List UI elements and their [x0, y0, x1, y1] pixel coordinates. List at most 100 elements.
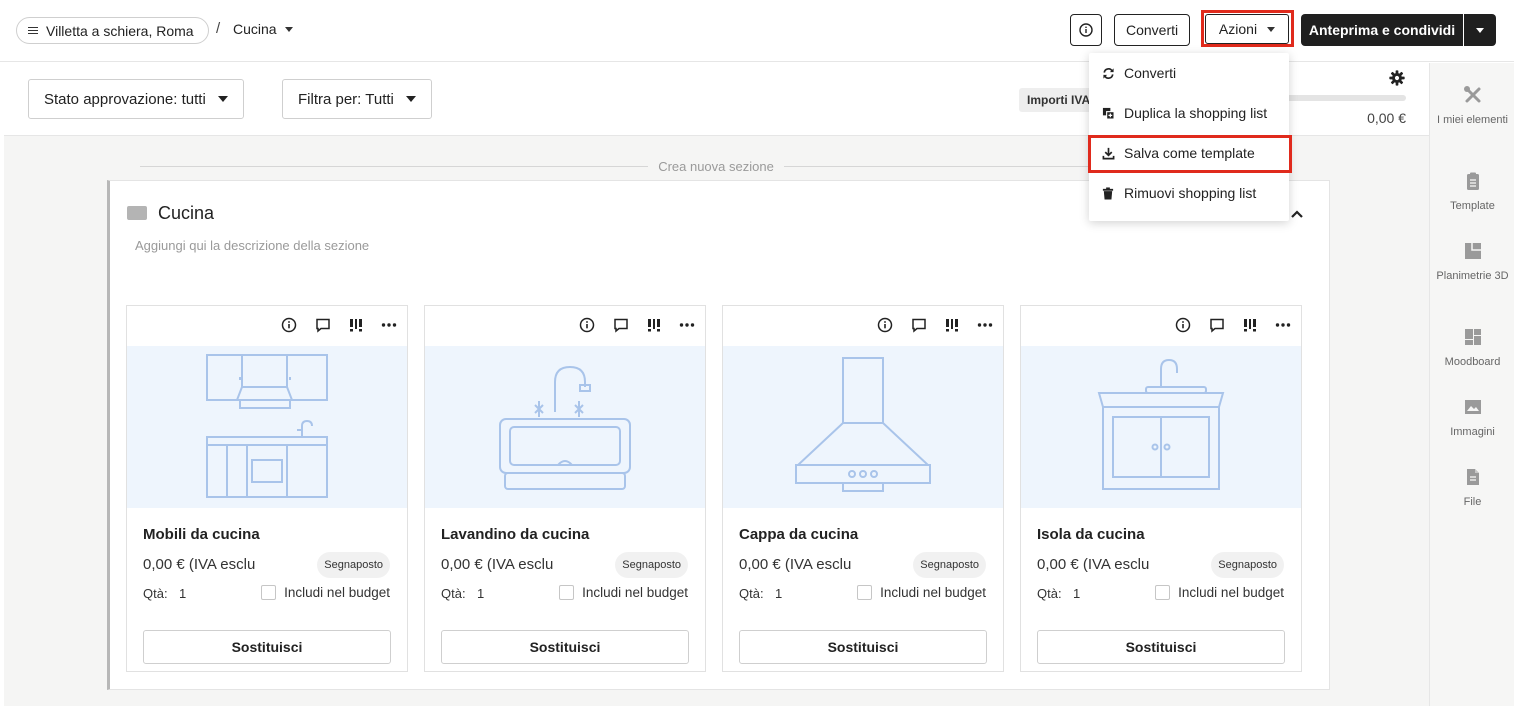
more-icon[interactable] — [1275, 317, 1291, 333]
chevron-up-icon[interactable] — [1290, 209, 1304, 219]
product-card: Lavandino da cucina 0,00 € (IVA esclu Se… — [424, 305, 706, 672]
rail-item-files[interactable]: File — [1430, 467, 1514, 509]
priority-icon[interactable] — [945, 317, 959, 333]
priority-icon[interactable] — [647, 317, 661, 333]
include-budget-checkbox[interactable]: Includi nel budget — [1155, 585, 1284, 600]
total-amount: 0,00 € — [1367, 110, 1406, 126]
product-name[interactable]: Isola da cucina — [1037, 526, 1145, 543]
range-hood-illustration — [795, 356, 931, 492]
product-card: Isola da cucina 0,00 € (IVA esclu Segnap… — [1020, 305, 1302, 672]
quantity-value[interactable]: 1 — [775, 586, 782, 601]
product-name[interactable]: Mobili da cucina — [143, 526, 260, 543]
amounts-chip[interactable]: Importi IVA — [1019, 88, 1099, 112]
gear-icon[interactable] — [1388, 69, 1406, 87]
section-description[interactable]: Aggiungi qui la descrizione della sezion… — [135, 238, 369, 253]
product-card: Cappa da cucina 0,00 € (IVA esclu Segnap… — [722, 305, 1004, 672]
replace-button[interactable]: Sostituisci — [143, 630, 391, 664]
include-budget-checkbox[interactable]: Includi nel budget — [261, 585, 390, 600]
include-budget-checkbox[interactable]: Includi nel budget — [559, 585, 688, 600]
comment-icon[interactable] — [613, 317, 629, 333]
actions-dropdown-menu: Converti Duplica la shopping list Salva … — [1089, 53, 1289, 221]
approval-status-filter[interactable]: Stato approvazione: tutti — [28, 79, 244, 119]
checkbox-box[interactable] — [261, 585, 277, 600]
include-budget-label: Includi nel budget — [582, 585, 688, 600]
more-icon[interactable] — [977, 317, 993, 333]
quantity-value[interactable]: 1 — [1073, 586, 1080, 601]
rail-item-template[interactable]: Template — [1430, 171, 1514, 213]
section-card: Cucina Aggiungi qui la descrizione della… — [107, 180, 1330, 690]
room-name: Cucina — [233, 21, 277, 37]
info-button[interactable] — [1070, 14, 1102, 46]
menu-label: Duplica la shopping list — [1124, 105, 1268, 121]
quantity-value[interactable]: 1 — [179, 586, 186, 601]
placeholder-badge: Segnaposto — [1211, 552, 1284, 578]
product-image — [127, 346, 407, 508]
filter-by-label: Filtra per: Tutti — [298, 90, 394, 108]
product-name[interactable]: Cappa da cucina — [739, 526, 858, 543]
tools-icon — [1463, 86, 1480, 103]
priority-icon[interactable] — [349, 317, 363, 333]
room-selector[interactable]: Cucina — [233, 21, 293, 37]
replace-button[interactable]: Sostituisci — [441, 630, 689, 664]
info-icon[interactable] — [579, 317, 595, 333]
rail-label: Template — [1450, 200, 1495, 212]
budget-progress-bar — [1284, 95, 1406, 101]
comment-icon[interactable] — [911, 317, 927, 333]
info-icon[interactable] — [281, 317, 297, 333]
more-icon[interactable] — [381, 317, 397, 333]
product-price: 0,00 € (IVA esclu — [1037, 556, 1150, 573]
menu-item-remove-list[interactable]: Rimuovi shopping list — [1089, 173, 1289, 213]
filter-by-dropdown[interactable]: Filtra per: Tutti — [282, 79, 432, 119]
convert-button[interactable]: Converti — [1114, 14, 1191, 46]
checkbox-box[interactable] — [857, 585, 873, 600]
product-image — [425, 346, 705, 508]
hamburger-icon — [28, 26, 38, 35]
quantity-label: Qtà: — [441, 586, 466, 601]
info-icon[interactable] — [877, 317, 893, 333]
main-content: Crea nuova sezione Cucina Aggiungi qui l… — [4, 136, 1429, 706]
duplicate-icon — [1102, 107, 1115, 120]
include-budget-checkbox[interactable]: Includi nel budget — [857, 585, 986, 600]
checkbox-box[interactable] — [1155, 585, 1171, 600]
moodboard-icon — [1464, 329, 1481, 345]
rail-item-floorplans[interactable]: Planimetrie 3D — [1430, 241, 1514, 283]
preview-options-button[interactable] — [1464, 14, 1496, 46]
section-title[interactable]: Cucina — [158, 203, 214, 224]
chevron-down-icon — [1476, 27, 1484, 33]
more-icon[interactable] — [679, 317, 695, 333]
rail-item-images[interactable]: Immagini — [1430, 397, 1514, 439]
info-icon — [1079, 23, 1093, 37]
product-name[interactable]: Lavandino da cucina — [441, 526, 589, 543]
kitchen-furniture-illustration — [206, 354, 328, 498]
include-budget-label: Includi nel budget — [880, 585, 986, 600]
rail-item-my-elements[interactable]: I miei elementi — [1430, 85, 1514, 127]
product-price: 0,00 € (IVA esclu — [143, 556, 256, 573]
checkbox-box[interactable] — [559, 585, 575, 600]
project-breadcrumb-button[interactable]: Villetta a schiera, Roma — [16, 17, 209, 44]
image-icon — [1464, 400, 1481, 414]
menu-item-convert[interactable]: Converti — [1089, 53, 1289, 93]
placeholder-badge: Segnaposto — [317, 552, 390, 578]
quantity-value[interactable]: 1 — [477, 586, 484, 601]
rail-label: Planimetrie 3D — [1436, 270, 1509, 282]
replace-button[interactable]: Sostituisci — [1037, 630, 1285, 664]
preview-share-button[interactable]: Anteprima e condividi — [1301, 14, 1463, 46]
comment-icon[interactable] — [315, 317, 331, 333]
menu-item-duplicate[interactable]: Duplica la shopping list — [1089, 93, 1289, 133]
replace-button[interactable]: Sostituisci — [739, 630, 987, 664]
menu-item-save-template[interactable]: Salva come template — [1089, 133, 1289, 173]
info-icon[interactable] — [1175, 317, 1191, 333]
quantity-label: Qtà: — [1037, 586, 1062, 601]
priority-icon[interactable] — [1243, 317, 1257, 333]
product-price: 0,00 € (IVA esclu — [739, 556, 852, 573]
rail-label: Immagini — [1450, 426, 1495, 438]
kitchen-sink-illustration — [499, 365, 631, 490]
quantity-label: Qtà: — [143, 586, 168, 601]
actions-button[interactable]: Azioni — [1205, 14, 1289, 44]
include-budget-label: Includi nel budget — [1178, 585, 1284, 600]
menu-label: Salva come template — [1124, 145, 1255, 161]
rail-item-moodboard[interactable]: Moodboard — [1430, 327, 1514, 369]
create-section-label: Crea nuova sezione — [658, 158, 774, 174]
comment-icon[interactable] — [1209, 317, 1225, 333]
approval-filter-label: Stato approvazione: tutti — [44, 90, 206, 108]
